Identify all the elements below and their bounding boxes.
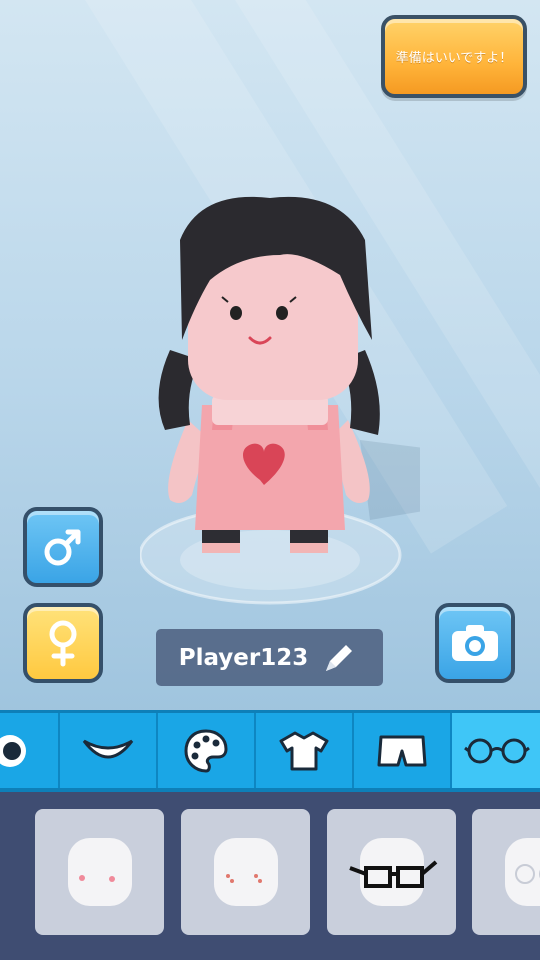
game-screen: 準備はいいですよ！ Player123: [0, 0, 540, 960]
mouth-icon: [82, 739, 134, 758]
item-option-freckles[interactable]: [181, 809, 310, 935]
edit-name-button[interactable]: [320, 638, 360, 678]
tab-eyes[interactable]: [0, 713, 60, 788]
item-option-black-glasses[interactable]: [327, 809, 456, 935]
tshirt-icon: [279, 731, 329, 770]
camera-icon: [452, 625, 498, 661]
female-symbol-icon: [49, 620, 77, 667]
glasses-icon: [464, 738, 530, 763]
eye-icon: [0, 734, 26, 767]
palette-icon: [184, 728, 228, 773]
ready-button-label: 準備はいいですよ！: [395, 51, 513, 66]
character-avatar[interactable]: [140, 180, 420, 620]
tab-tops[interactable]: [256, 713, 354, 788]
pencil-icon: [326, 644, 353, 671]
item-option-blush[interactable]: [35, 809, 164, 935]
female-gender-button[interactable]: [23, 603, 103, 683]
shorts-icon: [377, 735, 427, 766]
player-name: Player123: [178, 644, 309, 671]
player-name-box: Player123: [156, 629, 383, 686]
round-glasses-face-icon: [504, 838, 540, 906]
category-tab-bar: [0, 710, 540, 792]
tab-bottoms[interactable]: [354, 713, 452, 788]
tab-accessories[interactable]: [452, 713, 540, 788]
tab-colors[interactable]: [158, 713, 256, 788]
ready-button[interactable]: 準備はいいですよ！: [381, 15, 527, 98]
male-symbol-icon: [44, 529, 81, 566]
item-option-round-glasses[interactable]: [472, 809, 540, 935]
freckles-face-icon: [213, 838, 278, 906]
camera-button[interactable]: [435, 603, 515, 683]
item-options-panel: [0, 792, 540, 960]
blush-face-icon: [67, 838, 132, 906]
black-glasses-face-icon: [348, 838, 437, 906]
tab-mouth[interactable]: [60, 713, 158, 788]
male-gender-button[interactable]: [23, 507, 103, 587]
